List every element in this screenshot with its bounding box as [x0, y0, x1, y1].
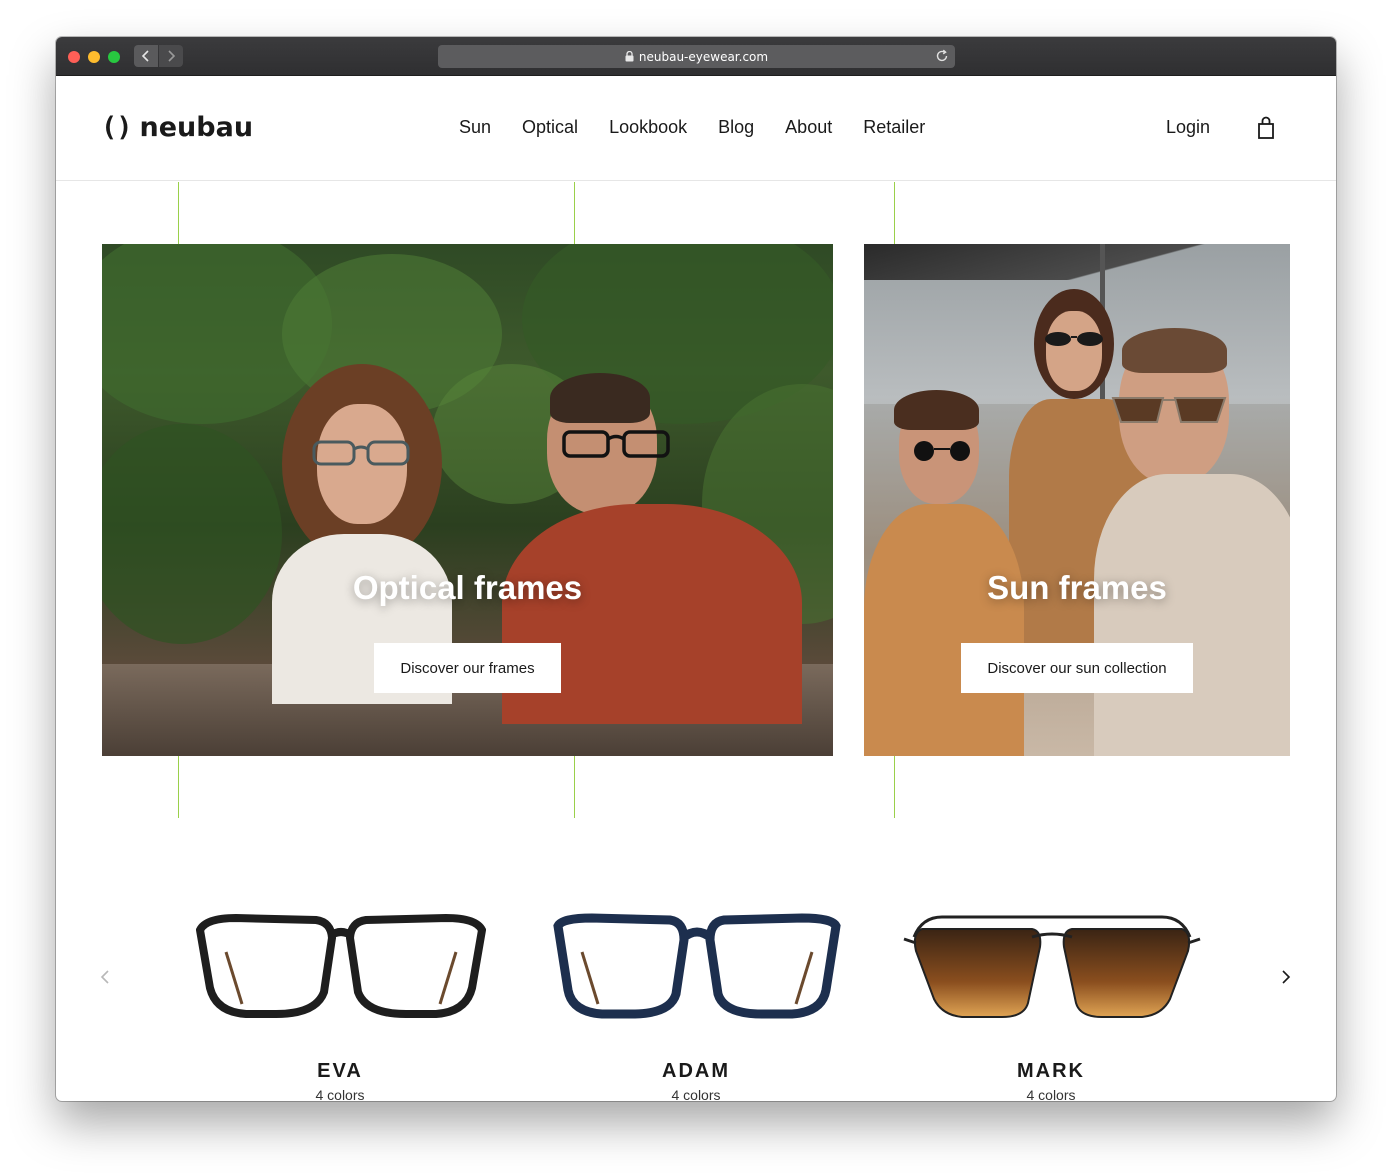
hero-title: Optical frames: [352, 569, 583, 606]
product-card-eva[interactable]: EVA 4 colors: [190, 1060, 490, 1101]
model-woman: [222, 364, 482, 704]
browser-window: neubau-eyewear.com () neubau Sun Optical…: [56, 37, 1336, 1101]
glasses-icon: [562, 429, 672, 459]
nav-item-lookbook[interactable]: Lookbook: [609, 117, 687, 138]
maximize-window-button[interactable]: [108, 51, 120, 63]
discover-frames-button[interactable]: Discover our frames: [374, 643, 561, 693]
product-name: ADAM: [662, 1060, 730, 1082]
address-bar[interactable]: neubau-eyewear.com: [438, 45, 955, 68]
nav-item-blog[interactable]: Blog: [718, 117, 754, 138]
main-nav: Sun Optical Lookbook Blog About Retailer: [459, 117, 925, 138]
nav-item-about[interactable]: About: [785, 117, 832, 138]
reload-icon[interactable]: [935, 49, 949, 63]
nav-item-optical[interactable]: Optical: [522, 117, 578, 138]
product-colors: 4 colors: [671, 1087, 721, 1101]
guide-line: [574, 182, 575, 244]
site-header: () neubau Sun Optical Lookbook Blog Abou…: [56, 76, 1336, 181]
login-link[interactable]: Login: [1166, 117, 1210, 138]
discover-sun-collection-button[interactable]: Discover our sun collection: [961, 643, 1193, 693]
chevron-right-icon: [1282, 970, 1291, 984]
eva-frames-image[interactable]: [195, 912, 487, 1027]
chevron-right-icon: [168, 50, 176, 62]
chevron-left-icon: [100, 970, 109, 984]
hero-optical[interactable]: Optical frames Discover our frames: [102, 244, 833, 756]
product-name: EVA: [317, 1060, 363, 1082]
nav-item-retailer[interactable]: Retailer: [863, 117, 925, 138]
site-logo[interactable]: () neubau: [101, 112, 253, 143]
guide-line: [574, 756, 575, 818]
browser-forward-button[interactable]: [159, 45, 183, 67]
logo-text: neubau: [139, 112, 254, 143]
carousel-prev-button[interactable]: [100, 969, 110, 985]
nav-item-sun[interactable]: Sun: [459, 117, 491, 138]
lock-icon: [625, 51, 634, 62]
sunglasses-icon: [1109, 392, 1229, 426]
guide-line: [894, 756, 895, 818]
page-content: Optical frames Discover our frames Sun f…: [56, 182, 1336, 1101]
product-card-adam[interactable]: ADAM 4 colors: [546, 1060, 846, 1101]
minimize-window-button[interactable]: [88, 51, 100, 63]
close-window-button[interactable]: [68, 51, 80, 63]
shopping-bag-icon[interactable]: [1256, 116, 1276, 145]
mark-sunglasses-image[interactable]: [902, 907, 1202, 1032]
product-name: MARK: [1017, 1060, 1085, 1082]
logo-mark: (): [101, 112, 133, 143]
browser-toolbar: neubau-eyewear.com: [56, 37, 1336, 76]
guide-line: [894, 182, 895, 244]
product-colors: 4 colors: [1026, 1087, 1076, 1101]
carousel-next-button[interactable]: [1281, 969, 1291, 985]
hero-sun[interactable]: Sun frames Discover our sun collection: [864, 244, 1290, 756]
sunglasses-icon: [902, 440, 982, 462]
product-colors: 4 colors: [315, 1087, 365, 1101]
product-card-mark[interactable]: MARK 4 colors: [901, 1060, 1201, 1101]
glasses-icon: [312, 439, 412, 467]
browser-back-button[interactable]: [134, 45, 158, 67]
chevron-left-icon: [141, 50, 149, 62]
address-url: neubau-eyewear.com: [638, 49, 769, 64]
adam-frames-image[interactable]: [552, 912, 842, 1027]
hero-title: Sun frames: [987, 569, 1167, 606]
